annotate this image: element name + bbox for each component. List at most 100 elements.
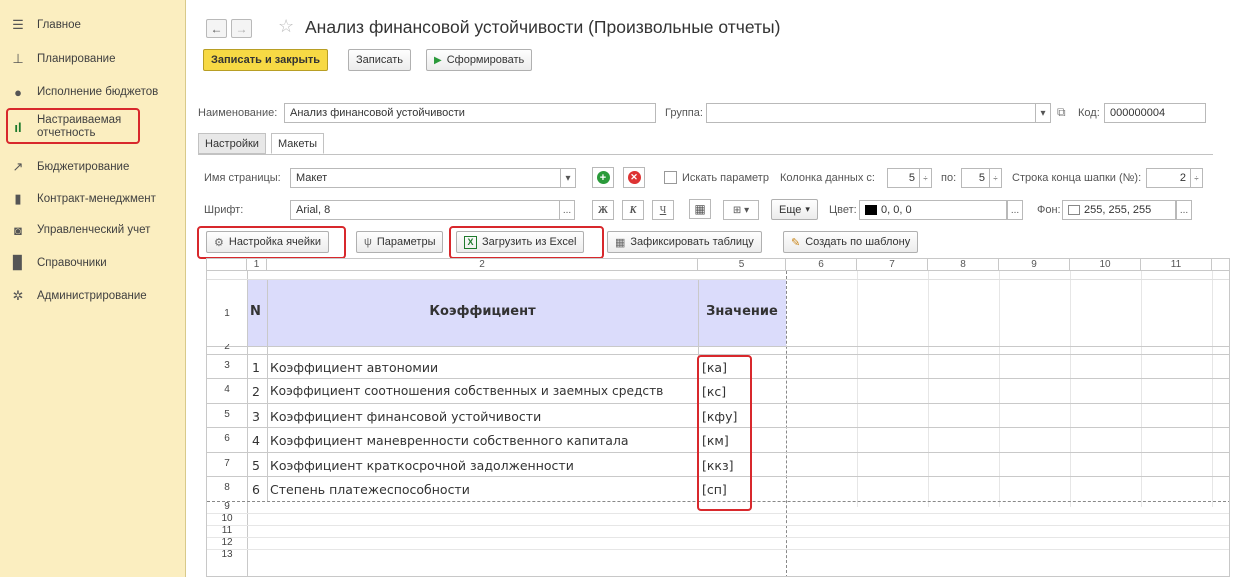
cell-n[interactable]: 1 bbox=[252, 360, 260, 375]
bg-field[interactable]: 255, 255, 255 bbox=[1062, 200, 1176, 220]
page-name-label: Имя страницы: bbox=[204, 172, 281, 184]
row-number[interactable]: 7 bbox=[207, 458, 247, 469]
search-param-checkbox[interactable] bbox=[664, 171, 677, 184]
header-cell-value[interactable]: Значение bbox=[698, 304, 786, 319]
open-icon[interactable]: ⧉ bbox=[1057, 105, 1066, 120]
planning-icon: ⊥ bbox=[12, 51, 24, 66]
main-area: ← → ☆ Анализ финансовой устойчивости (Пр… bbox=[186, 0, 1235, 577]
borders-icon: ⊞ ▾ bbox=[732, 204, 750, 216]
font-select-button[interactable]: ... bbox=[559, 200, 575, 220]
header-end-field[interactable]: 2 bbox=[1146, 168, 1192, 188]
bg-select-button[interactable]: ... bbox=[1176, 200, 1192, 220]
sidebar-item-planning[interactable]: ⊥ Планирование bbox=[10, 48, 115, 70]
forward-button[interactable]: → bbox=[231, 19, 252, 38]
col-header[interactable]: 1 bbox=[247, 259, 267, 271]
row-number[interactable]: 12 bbox=[207, 537, 247, 548]
fix-table-button[interactable]: ▦ Зафиксировать таблицу bbox=[607, 231, 762, 253]
tab-layouts[interactable]: Макеты bbox=[271, 133, 325, 154]
sidebar-item-main[interactable]: ☰ Главное bbox=[10, 14, 81, 36]
name-field[interactable]: Анализ финансовой устойчивости bbox=[284, 103, 656, 123]
row-number[interactable]: 11 bbox=[207, 525, 247, 536]
cell-coefficient[interactable]: Коэффициент соотношения собственных и за… bbox=[270, 384, 663, 398]
data-col-to-stepper[interactable]: ÷ bbox=[989, 168, 1002, 188]
header-cell-n[interactable]: N bbox=[250, 304, 261, 319]
page-name-field[interactable]: Макет bbox=[290, 168, 562, 188]
save-and-close-button[interactable]: Записать и закрыть bbox=[203, 49, 329, 71]
font-field[interactable]: Arial, 8 bbox=[290, 200, 560, 220]
row-number[interactable]: 2 bbox=[207, 344, 247, 352]
col-header[interactable]: 2 bbox=[267, 259, 698, 271]
cell-coefficient[interactable]: Коэффициент краткосрочной задолженности bbox=[270, 458, 574, 473]
table-icon: ▦ bbox=[615, 236, 626, 249]
col-header[interactable]: 6 bbox=[786, 259, 857, 271]
row-number[interactable]: 13 bbox=[207, 549, 247, 560]
row-number[interactable]: 1 bbox=[207, 308, 247, 319]
bold-button[interactable]: Ж bbox=[592, 200, 614, 220]
sidebar-item-label: Исполнение бюджетов bbox=[37, 86, 159, 98]
cell-n[interactable]: 6 bbox=[252, 482, 260, 497]
cell-n[interactable]: 2 bbox=[252, 384, 260, 399]
more-button[interactable]: Еще ▾ bbox=[771, 199, 818, 220]
col-header[interactable]: 8 bbox=[928, 259, 999, 271]
color-field[interactable]: 0, 0, 0 bbox=[859, 200, 1007, 220]
cell-n[interactable]: 4 bbox=[252, 433, 260, 448]
code-field[interactable]: 000000004 bbox=[1104, 103, 1206, 123]
sidebar-item-label: Управленческий учет bbox=[37, 224, 151, 236]
data-col-from-stepper[interactable]: ÷ bbox=[919, 168, 932, 188]
row-number[interactable]: 4 bbox=[207, 384, 247, 395]
row-number[interactable]: 6 bbox=[207, 433, 247, 444]
data-col-to-field[interactable]: 5 bbox=[961, 168, 991, 188]
spreadsheet-grid[interactable]: 1 2 5 6 7 8 9 10 11 1 2 3 4 5 6 7 8 9 10… bbox=[206, 258, 1230, 577]
col-header[interactable] bbox=[1212, 259, 1229, 271]
row-number[interactable]: 10 bbox=[207, 513, 247, 524]
sidebar-item-management-accounting[interactable]: ◙ Управленческий учет bbox=[10, 219, 150, 241]
star-icon[interactable]: ☆ bbox=[278, 16, 294, 37]
cell-coefficient[interactable]: Коэффициент автономии bbox=[270, 360, 438, 375]
row-number[interactable]: 5 bbox=[207, 409, 247, 420]
sidebar-item-budget-execution[interactable]: ● Исполнение бюджетов bbox=[10, 81, 158, 103]
page-name-dropdown[interactable]: ▾ bbox=[560, 168, 576, 188]
chevron-down-icon: ▾ bbox=[565, 172, 571, 184]
col-header[interactable]: 10 bbox=[1070, 259, 1141, 271]
play-icon: ▶ bbox=[434, 54, 442, 66]
header-cell-coefficient[interactable]: Коэффициент bbox=[267, 304, 698, 319]
align-icon[interactable]: ▦ bbox=[689, 199, 711, 219]
arrow-left-icon: ← bbox=[210, 21, 223, 36]
save-button[interactable]: Записать bbox=[348, 49, 412, 71]
cell-coefficient[interactable]: Коэффициент маневренности собственного к… bbox=[270, 433, 629, 448]
italic-button[interactable]: К bbox=[622, 200, 644, 220]
sidebar-item-administration[interactable]: ✲ Администрирование bbox=[10, 285, 147, 307]
col-header[interactable]: 11 bbox=[1141, 259, 1212, 271]
delete-page-button[interactable]: ✕ bbox=[623, 167, 645, 188]
row-number[interactable]: 9 bbox=[207, 501, 247, 512]
back-button[interactable]: ← bbox=[206, 19, 227, 38]
row-number[interactable]: 3 bbox=[207, 360, 247, 371]
col-header[interactable]: 7 bbox=[857, 259, 928, 271]
row-number[interactable]: 8 bbox=[207, 482, 247, 493]
sidebar-item-budgeting[interactable]: ↗ Бюджетирование bbox=[10, 156, 130, 178]
color-value: 0, 0, 0 bbox=[881, 204, 912, 216]
budget-execution-icon: ● bbox=[14, 84, 22, 100]
sidebar-item-references[interactable]: ▉ Справочники bbox=[10, 252, 107, 274]
borders-button[interactable]: ⊞ ▾ bbox=[723, 200, 759, 220]
color-select-button[interactable]: ... bbox=[1007, 200, 1023, 220]
cell-coefficient[interactable]: Коэффициент финансовой устойчивости bbox=[270, 409, 541, 424]
sidebar-item-contracts[interactable]: ▮ Контракт-менеджмент bbox=[10, 188, 155, 210]
group-field[interactable] bbox=[706, 103, 1036, 123]
col-header[interactable]: 9 bbox=[999, 259, 1070, 271]
add-page-button[interactable]: + bbox=[592, 167, 614, 188]
arrow-right-icon: → bbox=[235, 21, 248, 36]
underline-button[interactable]: Ч bbox=[652, 200, 674, 220]
cell-coefficient[interactable]: Степень платежеспособности bbox=[270, 482, 470, 497]
tab-settings[interactable]: Настройки bbox=[198, 133, 266, 154]
create-template-button[interactable]: ✎ Создать по шаблону bbox=[783, 231, 919, 253]
group-dropdown[interactable]: ▾ bbox=[1035, 103, 1051, 123]
data-col-from-field[interactable]: 5 bbox=[887, 168, 921, 188]
generate-button[interactable]: ▶ Сформировать bbox=[426, 49, 533, 71]
cell-n[interactable]: 3 bbox=[252, 409, 260, 424]
cell-n[interactable]: 5 bbox=[252, 458, 260, 473]
header-end-stepper[interactable]: ÷ bbox=[1190, 168, 1203, 188]
parameters-button[interactable]: ψ Параметры bbox=[356, 231, 444, 253]
color-swatch bbox=[865, 205, 877, 216]
col-header[interactable]: 5 bbox=[698, 259, 786, 271]
